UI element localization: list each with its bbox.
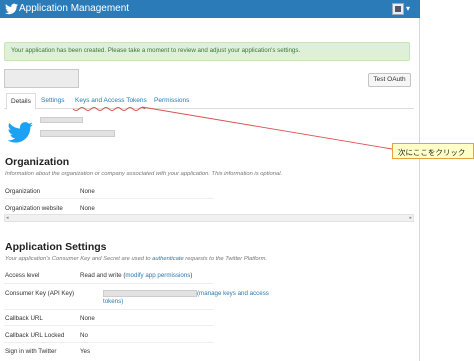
tab-bar: Details Settings Keys and Access Tokens … (4, 93, 414, 110)
application-settings-heading: Application Settings (5, 241, 107, 253)
divider (4, 325, 214, 326)
application-settings-description: Your application's Consumer Key and Secr… (5, 256, 267, 262)
tab-settings[interactable]: Settings (41, 93, 65, 109)
divider (4, 283, 214, 284)
success-alert: Your application has been created. Pleas… (4, 42, 410, 61)
callout-text: 次にここをクリック (398, 148, 466, 157)
scroll-right-icon[interactable]: ▸ (409, 215, 412, 222)
user-menu[interactable]: ▾ (392, 2, 414, 16)
app-description-redacted (40, 130, 115, 137)
test-oauth-button[interactable]: Test OAuth (368, 73, 411, 87)
callback-url-locked-label: Callback URL Locked (5, 332, 65, 339)
divider (4, 309, 214, 310)
alert-text: Your application has been created. Pleas… (11, 47, 301, 54)
modify-app-permissions-link[interactable]: modify app permissions (125, 272, 190, 279)
app-name-redacted (40, 117, 83, 123)
divider (4, 198, 214, 199)
organization-website-value: None (80, 205, 95, 212)
organization-heading: Organization (5, 156, 70, 168)
application-name-redacted (4, 69, 79, 88)
screenshot-frame: Application Management ▾ Your applicatio… (0, 0, 474, 361)
manage-keys-link[interactable]: (manage keys and access (197, 290, 269, 298)
desc-prefix: Your application's Consumer Key and Secr… (5, 256, 153, 262)
callback-url-value: None (80, 315, 95, 322)
organization-website-label: Organization website (5, 205, 63, 212)
tab-details[interactable]: Details (6, 93, 36, 110)
callback-url-label: Callback URL (5, 315, 43, 322)
scroll-left-icon[interactable]: ◂ (6, 215, 9, 222)
organization-value: None (80, 188, 95, 195)
instruction-callout: 次にここをクリック (392, 143, 474, 159)
organization-description: Information about the organization or co… (5, 171, 283, 177)
organization-label: Organization (5, 188, 41, 195)
access-level-close: ) (190, 272, 193, 279)
manage-keys-link-continued[interactable]: tokens) (103, 298, 123, 306)
top-navigation-bar: Application Management ▾ (0, 0, 420, 18)
app-management-page: Application Management ▾ Your applicatio… (0, 0, 420, 361)
sign-in-with-twitter-label: Sign in with Twitter (5, 348, 57, 355)
twitter-bird-icon[interactable] (5, 3, 18, 15)
desc-suffix: requests to the Twitter Platform. (183, 256, 268, 262)
access-level-text: Read and write ( (80, 272, 126, 279)
tab-permissions[interactable]: Permissions (154, 93, 189, 109)
divider (4, 342, 214, 343)
chevron-down-icon[interactable]: ▾ (406, 3, 410, 15)
horizontal-scrollbar[interactable]: ◂ ▸ (4, 214, 414, 222)
authenticate-link[interactable]: authenticate (152, 256, 184, 262)
access-level-value: Read and write (modify app permissions) (80, 272, 192, 279)
consumer-key-redacted (103, 290, 197, 297)
access-level-label: Access level (5, 272, 40, 279)
app-title: Application Management (19, 3, 130, 14)
sign-in-with-twitter-value: Yes (80, 348, 91, 355)
consumer-key-label: Consumer Key (API Key) (5, 290, 75, 297)
tab-keys-and-access-tokens[interactable]: Keys and Access Tokens (75, 93, 147, 109)
twitter-app-logo-icon (6, 118, 34, 146)
callback-url-locked-value: No (80, 332, 88, 339)
avatar[interactable] (392, 3, 404, 15)
